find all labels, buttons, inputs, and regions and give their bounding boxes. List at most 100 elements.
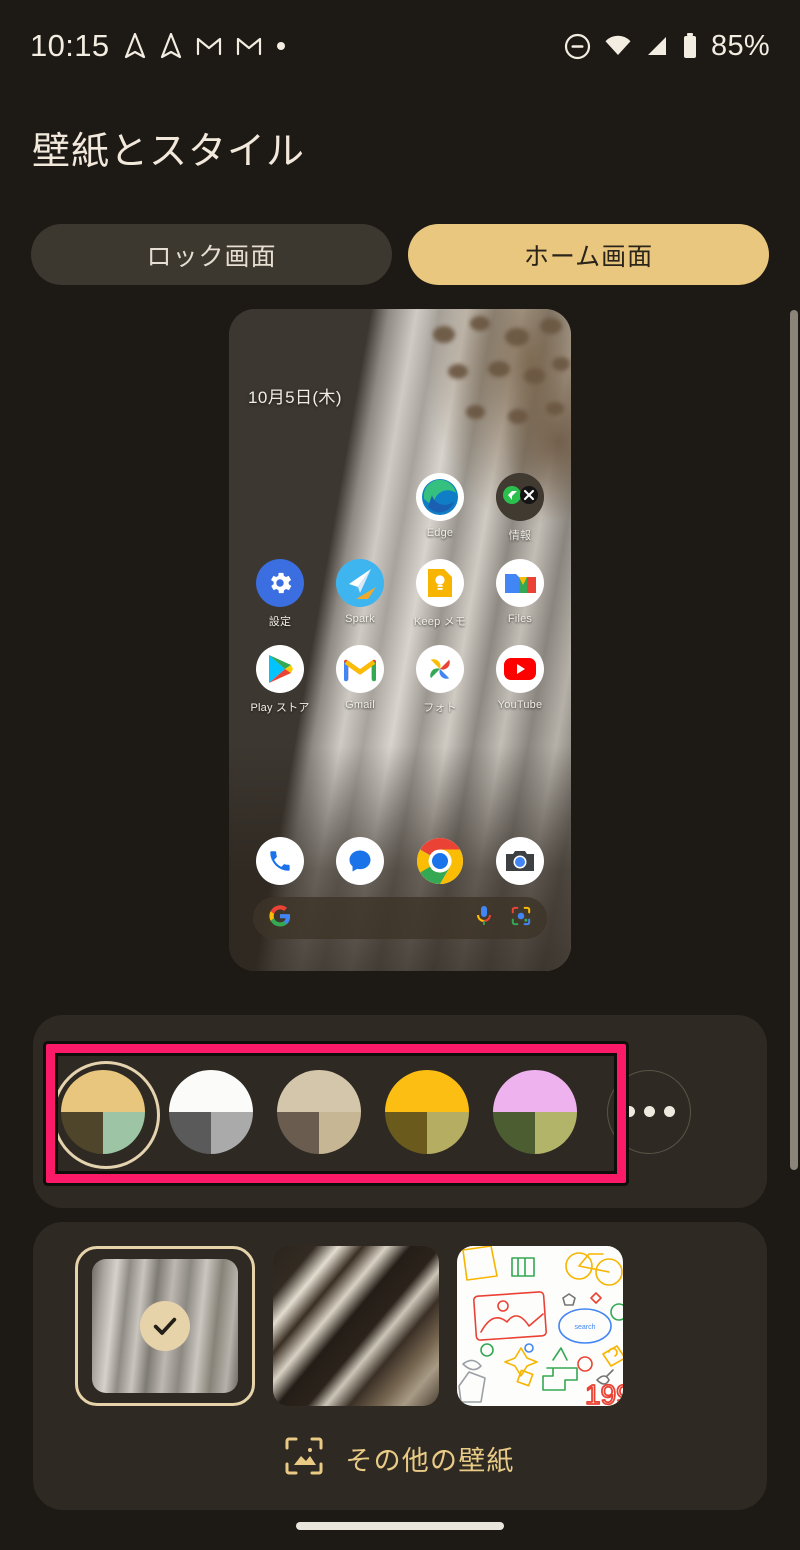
swatch-bottom-right (103, 1111, 145, 1154)
wifi-icon (604, 35, 632, 57)
cellular-signal-icon (645, 35, 669, 57)
swatch-top (61, 1069, 145, 1112)
app-grid: Edge 情報 設定 Spark Keep メモ Files Play ストア … (229, 473, 571, 731)
wallpaper-card: search 19 その他の壁紙 (33, 1222, 767, 1510)
swatch-quadrants (385, 1069, 469, 1154)
app-icon-camera[interactable] (489, 837, 551, 885)
swatch-quadrants (61, 1069, 145, 1154)
feather-spot-pattern (414, 309, 571, 481)
tab-home-screen[interactable]: ホーム画面 (408, 224, 769, 285)
swatch-bottom-left (493, 1111, 535, 1154)
app-label: Gmail (345, 699, 375, 711)
dock (229, 837, 571, 885)
folder-icon (496, 473, 544, 521)
app-icon-keep[interactable]: Keep メモ (409, 559, 471, 629)
app-icon-gmail[interactable]: Gmail (329, 645, 391, 715)
app-icon-files[interactable]: Files (489, 559, 551, 629)
app-label: Spark (345, 613, 375, 625)
feather-dark-texture (273, 1246, 439, 1406)
swatch-bottom-right (211, 1111, 253, 1154)
chrome-icon (416, 837, 464, 885)
status-bar-right: 85% (564, 30, 770, 63)
phone-icon (256, 837, 304, 885)
app-label: フォト (423, 702, 457, 714)
thumbnail-image (273, 1246, 439, 1406)
doodle-artwork: search 19 (458, 1246, 623, 1406)
swatch-bottom-right (535, 1111, 577, 1154)
swatch-top (277, 1069, 361, 1112)
app-icon-phone[interactable] (249, 837, 311, 885)
date-widget[interactable]: 10月5日(木) (248, 383, 342, 408)
messages-icon (336, 837, 384, 885)
color-swatch-pink-green[interactable] (493, 1069, 577, 1154)
app-icon-play-store[interactable]: Play ストア (249, 645, 311, 715)
gmail-m-icon (236, 35, 262, 57)
home-gesture-bar[interactable] (296, 1522, 504, 1530)
swatch-quadrants (169, 1069, 253, 1154)
do-not-disturb-icon (564, 33, 591, 60)
svg-text:1998: 1998 (585, 1379, 623, 1406)
check-icon (140, 1301, 190, 1351)
more-colors-button[interactable] (607, 1069, 691, 1154)
settings-icon (256, 559, 304, 607)
files-icon (496, 559, 544, 607)
swatch-top (493, 1069, 577, 1112)
microphone-icon[interactable] (475, 905, 493, 932)
swatch-bottom-left (169, 1111, 211, 1154)
navigation-arrow-icon (124, 33, 146, 59)
app-icon-photos[interactable]: フォト (409, 645, 471, 715)
google-lens-icon[interactable] (511, 906, 531, 931)
swatch-bottom-right (319, 1111, 361, 1154)
navigation-arrow-icon (160, 33, 182, 59)
color-swatch-tan-olive-sage[interactable] (52, 1060, 160, 1169)
app-icon-messages[interactable] (329, 837, 391, 885)
page-title: 壁紙とスタイル (32, 131, 306, 173)
color-swatch-beige-brown[interactable] (277, 1069, 361, 1154)
vertical-scrollbar[interactable] (790, 310, 798, 1170)
app-folder-info[interactable]: 情報 (489, 473, 551, 543)
app-icon-settings[interactable]: 設定 (249, 559, 311, 629)
photos-icon (416, 645, 464, 693)
camera-icon (496, 837, 544, 885)
battery-percent-label: 85% (711, 29, 770, 62)
app-label: 設定 (268, 616, 292, 628)
app-icon-chrome[interactable] (409, 837, 471, 885)
app-label: Play ストア (250, 702, 310, 714)
swatch-bottom-left (385, 1111, 427, 1154)
tab-lock-screen[interactable]: ロック画面 (31, 224, 392, 285)
color-swatch-white-grey[interactable] (169, 1069, 253, 1154)
home-screen-preview[interactable]: 10月5日(木) Edge 情報 設定 Spark Keep メモ Files … (229, 309, 571, 971)
keep-icon (416, 559, 464, 607)
tab-lock-screen-label: ロック画面 (146, 242, 277, 271)
wallpaper-thumbnail-feather-light[interactable] (75, 1246, 255, 1406)
wallpaper-style-screen: 10:15 85% 壁紙とスタイル ロック画面 ホーム画面 10月5日(木) E… (0, 0, 800, 1550)
app-icon-youtube[interactable]: YouTube (489, 645, 551, 715)
status-bar: 10:15 85% (0, 0, 800, 92)
thumbnail-image (92, 1259, 238, 1393)
wallpaper-thumbnail-doodle[interactable]: search 19 (457, 1246, 623, 1406)
dock-row (229, 837, 571, 885)
dot-icon (623, 1106, 635, 1117)
app-label: 情報 (508, 530, 532, 542)
app-label: YouTube (497, 699, 543, 711)
doodle-texture: search 19 (457, 1246, 623, 1406)
app-row: 設定 Spark Keep メモ Files (229, 559, 571, 629)
more-wallpapers-button[interactable]: その他の壁紙 (33, 1437, 767, 1480)
play-store-icon (256, 645, 304, 693)
youtube-icon (496, 645, 544, 693)
app-icon-edge[interactable]: Edge (409, 473, 471, 543)
color-swatch-amber-olive[interactable] (385, 1069, 469, 1154)
wallpaper-thumbnail-feather-dark[interactable] (273, 1246, 439, 1406)
color-palette-card (33, 1015, 767, 1208)
image-frame-icon (285, 1437, 323, 1480)
swatch-bottom-left (61, 1111, 103, 1154)
status-bar-left: 10:15 (30, 28, 286, 64)
google-search-bar[interactable] (253, 897, 547, 939)
swatch-bottom-left (277, 1111, 319, 1154)
app-label: Edge (426, 527, 454, 539)
app-icon-spark[interactable]: Spark (329, 559, 391, 629)
app-row: Play ストア Gmail フォト YouTube (229, 645, 571, 715)
app-label: Files (507, 613, 533, 625)
swatch-top (169, 1069, 253, 1112)
dot-icon (643, 1106, 655, 1117)
